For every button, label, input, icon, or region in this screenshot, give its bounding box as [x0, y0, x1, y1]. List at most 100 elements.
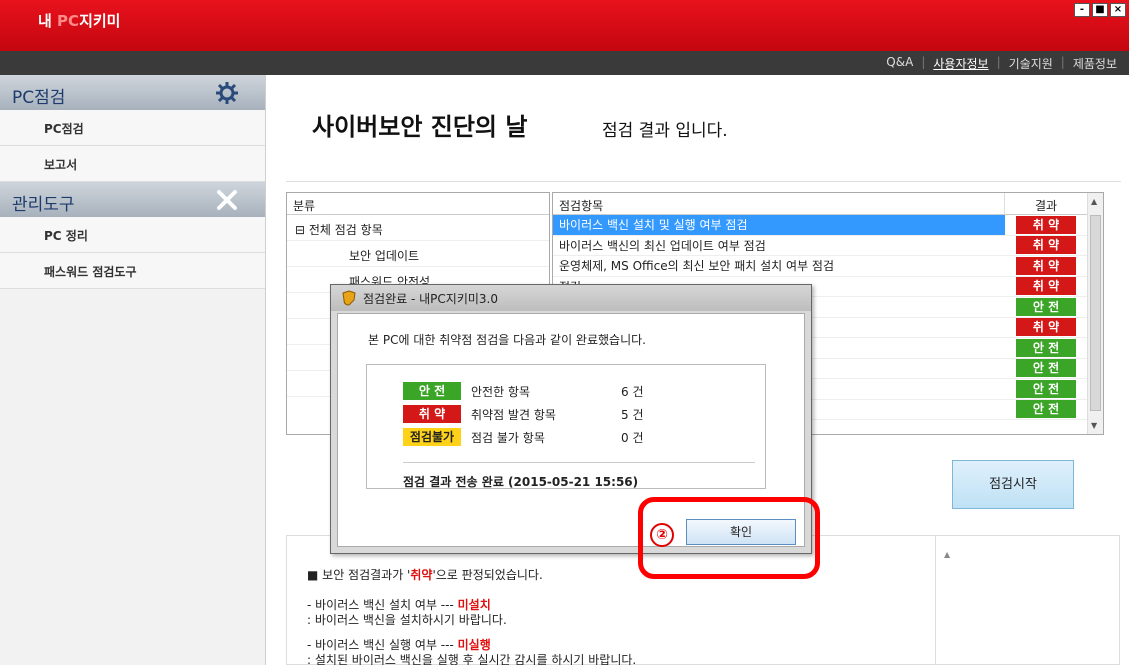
- page-subtitle: 점검 결과 입니다.: [602, 121, 728, 141]
- scroll-down-icon[interactable]: ▼: [1091, 421, 1097, 430]
- sidebar-section-pc-check[interactable]: PC점검: [0, 75, 265, 110]
- title-bar: 내 PC지키미 - ■ ×: [0, 0, 1129, 51]
- sidebar-item-report[interactable]: 보고서: [0, 146, 265, 182]
- app-title-suffix: 지키미: [79, 12, 121, 30]
- report-highlight: 미설치: [457, 598, 491, 612]
- scroll-thumb[interactable]: [1090, 215, 1101, 411]
- sidebar-section-title: PC점검: [12, 88, 66, 108]
- app-title: 내 PC지키미: [38, 10, 120, 31]
- menu-bar: Q&A | 사용자정보 | 기술지원 | 제품정보: [0, 51, 1129, 75]
- vulnerable-badge: 취 약: [1016, 318, 1076, 337]
- page-title: 사이버보안 진단의 날: [312, 113, 528, 141]
- vulnerable-badge: 취 약: [1016, 256, 1076, 275]
- unavailable-badge: 점검불가: [403, 428, 461, 446]
- stat-count: 6 건: [621, 384, 644, 399]
- dialog-message: 본 PC에 대한 취약점 점검을 다음과 같이 완료했습니다.: [368, 333, 646, 347]
- sidebar-section-title: 관리도구: [12, 195, 75, 215]
- minimize-button[interactable]: -: [1074, 3, 1090, 17]
- app-window: 내 PC지키미 - ■ × Q&A | 사용자정보 | 기술지원 | 제품정보 …: [0, 0, 1129, 665]
- report-line-av-install-advice: : 바이러스 백신을 설치하시기 바랍니다.: [307, 613, 507, 627]
- grid-row[interactable]: 바이러스 백신 설치 및 실행 여부 점검 취 약: [553, 215, 1103, 236]
- stat-count: 0 건: [621, 430, 644, 445]
- stat-count: 5 건: [621, 407, 644, 422]
- menu-user-info[interactable]: 사용자정보: [925, 55, 996, 72]
- dialog-title-bar[interactable]: 점검완료 - 내PC지키미3.0: [331, 285, 811, 311]
- gear-icon: [216, 82, 238, 104]
- report-text: ■ 보안 점검결과가 ': [307, 568, 411, 582]
- col-header-item: 점검항목: [553, 193, 1005, 214]
- grid-cell-item: 바이러스 백신 설치 및 실행 여부 점검: [553, 215, 1005, 235]
- vulnerable-badge: 취 약: [403, 405, 461, 423]
- app-title-prefix: 내: [38, 12, 52, 30]
- sidebar-item-pc-cleanup[interactable]: PC 정리: [0, 217, 265, 253]
- grid-cell-result: 안 전: [1005, 400, 1087, 419]
- scroll-up-icon[interactable]: ▲: [944, 550, 950, 559]
- tree-item-security-update[interactable]: 보안 업데이트: [287, 241, 549, 267]
- grid-cell-item: 운영체제, MS Office의 최신 보안 패치 설치 여부 점검: [559, 259, 835, 274]
- step-number: ②: [650, 523, 674, 547]
- safe-badge: 안 전: [403, 382, 461, 400]
- grid-row[interactable]: 운영체제, MS Office의 최신 보안 패치 설치 여부 점검 취 약: [553, 256, 1103, 277]
- report-text: - 바이러스 백신 실행 여부 ---: [307, 638, 458, 652]
- grid-cell-result: 안 전: [1005, 379, 1087, 398]
- report-text: '으로 판정되었습니다.: [432, 568, 543, 582]
- stat-label: 점검 불가 항목: [471, 430, 545, 445]
- sidebar-section-admin-tools[interactable]: 관리도구: [0, 182, 265, 217]
- grid-cell-result: 안 전: [1005, 297, 1087, 316]
- safe-badge: 안 전: [1016, 359, 1076, 378]
- window-controls: - ■ ×: [1074, 3, 1126, 17]
- dialog-divider: [403, 462, 755, 463]
- app-title-pc: PC: [57, 12, 80, 30]
- grid-cell-result: 취 약: [1005, 236, 1087, 255]
- dialog-summary-box: 안 전 안전한 항목 6 건 취 약 취약점 발견 항목 5 건 점검불가 점검…: [366, 364, 766, 489]
- tools-icon: [217, 190, 237, 210]
- vulnerable-badge: 취 약: [1016, 277, 1076, 296]
- sidebar: PC점검 PC점검 보고서 관리도구 PC 정리 패스워드 점검도구: [0, 75, 266, 665]
- report-line-verdict: ■ 보안 점검결과가 '취약'으로 판정되었습니다.: [307, 566, 543, 583]
- safe-badge: 안 전: [1016, 297, 1076, 316]
- stat-unavailable: 점검불가 점검 불가 항목 0 건: [403, 427, 661, 447]
- report-text: - 바이러스 백신 설치 여부 ---: [307, 598, 458, 612]
- divider: [286, 181, 1121, 182]
- vulnerable-badge: 취 약: [1016, 215, 1076, 234]
- grid-cell-item: 바이러스 백신의 최신 업데이트 여부 점검: [559, 238, 766, 253]
- safe-badge: 안 전: [1016, 379, 1076, 398]
- maximize-button[interactable]: ■: [1092, 3, 1108, 17]
- grid-cell-result: 취 약: [1005, 215, 1087, 234]
- scroll-up-icon[interactable]: ▲: [1091, 197, 1097, 206]
- report-scrollbar[interactable]: ▲: [936, 535, 1120, 665]
- safe-badge: 안 전: [1016, 400, 1076, 419]
- top-menu: Q&A | 사용자정보 | 기술지원 | 제품정보: [878, 55, 1125, 72]
- vulnerable-badge: 취 약: [1016, 236, 1076, 255]
- tree-header: 분류: [287, 193, 549, 215]
- grid-cell-result: 안 전: [1005, 359, 1087, 378]
- grid-cell-result: 취 약: [1005, 318, 1087, 337]
- safe-badge: 안 전: [1016, 338, 1076, 357]
- stat-vulnerable: 취 약 취약점 발견 항목 5 건: [403, 404, 661, 424]
- close-button[interactable]: ×: [1110, 3, 1126, 17]
- col-header-result: 결과: [1034, 199, 1058, 213]
- menu-product-info[interactable]: 제품정보: [1065, 55, 1125, 72]
- sidebar-item-pc-check[interactable]: PC점검: [0, 110, 265, 146]
- shield-icon: [342, 290, 356, 306]
- menu-tech-support[interactable]: 기술지원: [1001, 55, 1061, 72]
- dialog-title: 점검완료 - 내PC지키미3.0: [363, 292, 498, 306]
- tree-item-all[interactable]: ⊟ 전체 점검 항목: [287, 215, 549, 241]
- stat-label: 안전한 항목: [471, 384, 531, 399]
- grid-row[interactable]: 바이러스 백신의 최신 업데이트 여부 점검 취 약: [553, 236, 1103, 256]
- report-highlight: 취약: [410, 568, 433, 582]
- grid-scrollbar[interactable]: ▲ ▼: [1087, 193, 1103, 434]
- grid-cell-result: 취 약: [1005, 256, 1087, 275]
- stat-label: 취약점 발견 항목: [471, 407, 556, 422]
- send-status: 점검 결과 전송 완료 (2015-05-21 15:56): [403, 475, 639, 489]
- report-highlight: 미실행: [457, 638, 491, 652]
- grid-cell-result: 안 전: [1005, 338, 1087, 357]
- sidebar-item-password-tool[interactable]: 패스워드 점검도구: [0, 253, 265, 289]
- grid-cell-result: 취 약: [1005, 277, 1087, 296]
- start-check-button[interactable]: 점검시작: [952, 460, 1074, 509]
- menu-qna[interactable]: Q&A: [878, 55, 921, 72]
- stat-safe: 안 전 안전한 항목 6 건: [403, 381, 661, 401]
- report-panel: ■ 보안 점검결과가 '취약'으로 판정되었습니다. - 바이러스 백신 설치 …: [286, 535, 936, 665]
- report-line-av-run-advice: : 설치된 바이러스 백신을 실행 후 실시간 감시를 하시기 바랍니다.: [307, 653, 637, 665]
- grid-header: 점검항목 결과: [553, 193, 1103, 215]
